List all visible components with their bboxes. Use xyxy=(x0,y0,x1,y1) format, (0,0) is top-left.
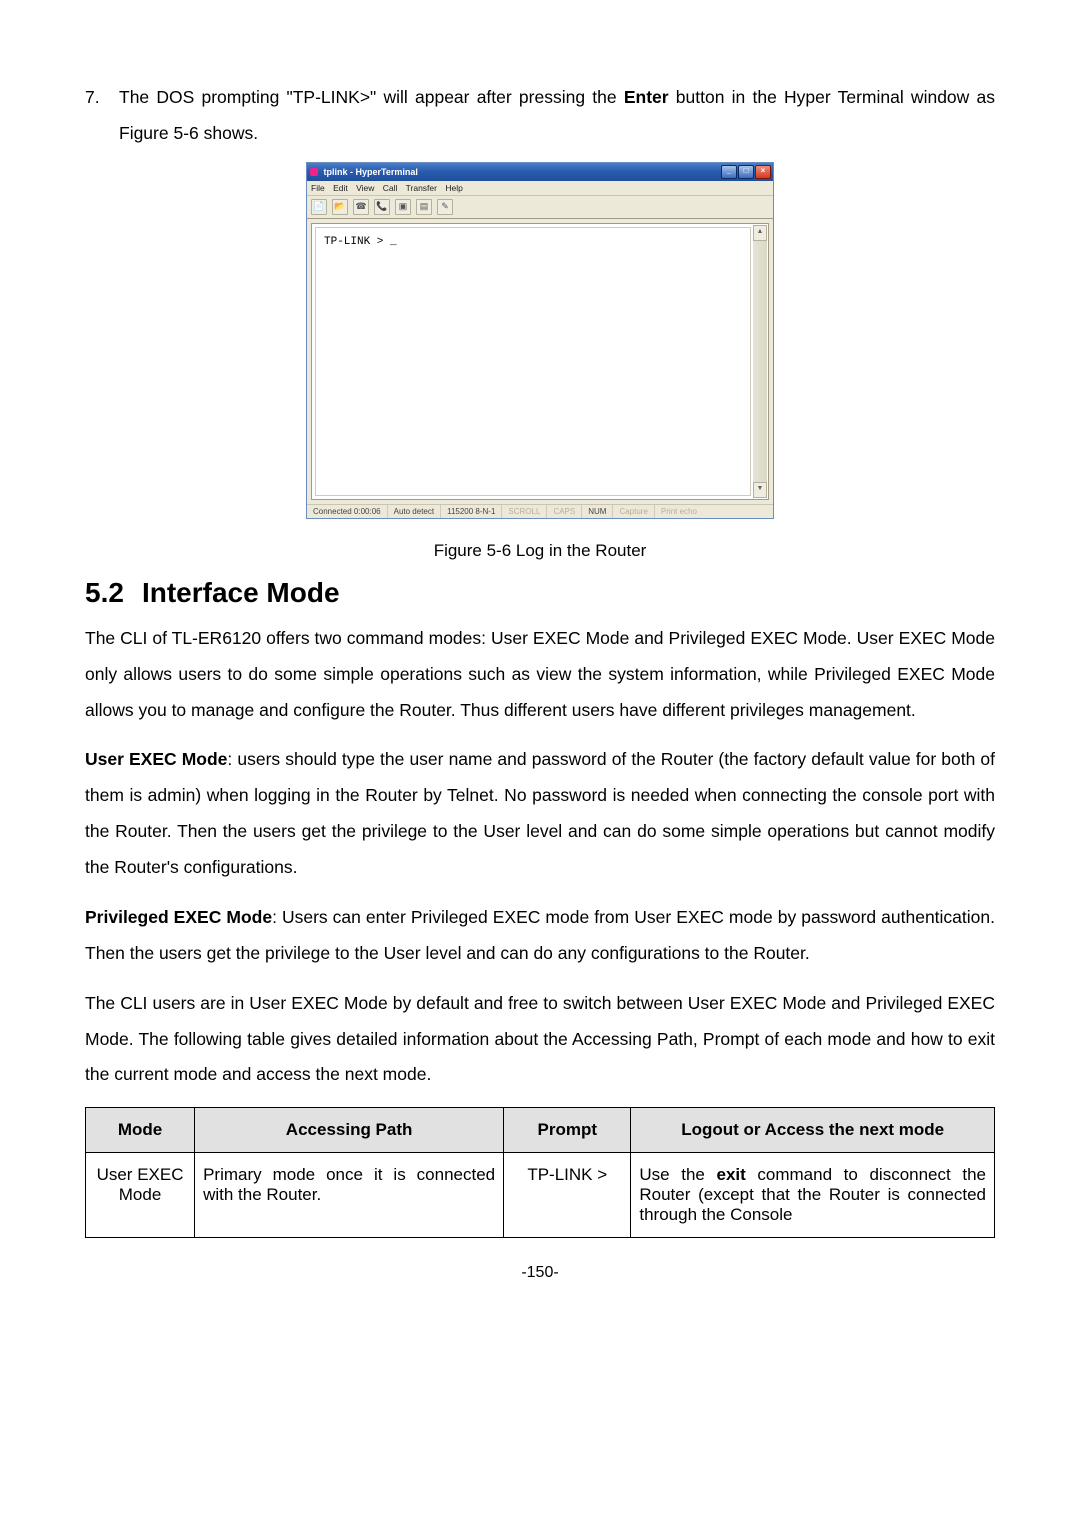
enter-keyword: Enter xyxy=(624,87,669,107)
menu-call[interactable]: Call xyxy=(383,183,398,193)
send-icon[interactable]: ▤ xyxy=(416,199,432,215)
figure-caption: Figure 5-6 Log in the Router xyxy=(85,541,995,561)
status-capture: Capture xyxy=(613,505,654,518)
ht-terminal-content[interactable]: TP-LINK > _ xyxy=(315,227,751,496)
maximize-button[interactable]: □ xyxy=(738,165,754,179)
status-num: NUM xyxy=(582,505,613,518)
window-buttons: _ □ × xyxy=(721,165,771,179)
step-number: 7. xyxy=(85,80,119,152)
menu-edit[interactable]: Edit xyxy=(333,183,348,193)
ht-title: tplink - HyperTerminal xyxy=(310,167,418,177)
menu-view[interactable]: View xyxy=(356,183,374,193)
phone-icon[interactable]: ☎ xyxy=(353,199,369,215)
p3-lead: Privileged EXEC Mode xyxy=(85,907,272,927)
new-icon[interactable]: 📄 xyxy=(311,199,327,215)
status-caps: CAPS xyxy=(547,505,582,518)
step-text-a: The DOS prompting "TP-LINK>" will appear… xyxy=(119,87,624,107)
ht-scrollbar[interactable]: ▲ ▼ xyxy=(753,225,767,498)
th-path: Accessing Path xyxy=(195,1108,504,1153)
paragraph-1: The CLI of TL-ER6120 offers two command … xyxy=(85,621,995,729)
table-header-row: Mode Accessing Path Prompt Logout or Acc… xyxy=(86,1108,995,1153)
open-icon[interactable]: 📂 xyxy=(332,199,348,215)
call-icon[interactable]: 📞 xyxy=(374,199,390,215)
ht-title-text: tplink - HyperTerminal xyxy=(324,167,418,177)
ht-titlebar: tplink - HyperTerminal _ □ × xyxy=(307,163,773,181)
figure-5-6: tplink - HyperTerminal _ □ × File Edit V… xyxy=(85,162,995,561)
ht-terminal: TP-LINK > _ ▲ ▼ xyxy=(311,223,769,500)
minimize-button[interactable]: _ xyxy=(721,165,737,179)
ht-app-icon xyxy=(310,168,318,176)
status-scroll: SCROLL xyxy=(502,505,547,518)
th-logout: Logout or Access the next mode xyxy=(631,1108,995,1153)
menu-transfer[interactable]: Transfer xyxy=(406,183,437,193)
ht-statusbar: Connected 0:00:06 Auto detect 115200 8-N… xyxy=(307,504,773,518)
hyperterminal-window: tplink - HyperTerminal _ □ × File Edit V… xyxy=(306,162,774,519)
table-row: User EXEC Mode Primary mode once it is c… xyxy=(86,1153,995,1238)
props-icon[interactable]: ✎ xyxy=(437,199,453,215)
menu-file[interactable]: File xyxy=(311,183,325,193)
step-7: 7. The DOS prompting "TP-LINK>" will app… xyxy=(85,80,995,152)
paragraph-4: The CLI users are in User EXEC Mode by d… xyxy=(85,986,995,1094)
ht-menubar: File Edit View Call Transfer Help xyxy=(307,181,773,196)
cell-mode: User EXEC Mode xyxy=(86,1153,195,1238)
cell-logout-a: Use the xyxy=(639,1165,716,1184)
section-number: 5.2 xyxy=(85,577,124,608)
paragraph-2: User EXEC Mode: users should type the us… xyxy=(85,742,995,886)
status-connected: Connected 0:00:06 xyxy=(307,505,388,518)
step-text: The DOS prompting "TP-LINK>" will appear… xyxy=(119,80,995,152)
menu-help[interactable]: Help xyxy=(445,183,462,193)
ht-toolbar: 📄 📂 ☎ 📞 ▣ ▤ ✎ xyxy=(307,196,773,219)
ht-term-outer: TP-LINK > _ ▲ ▼ xyxy=(307,219,773,504)
cell-logout: Use the exit command to disconnect the R… xyxy=(631,1153,995,1238)
disc-icon[interactable]: ▣ xyxy=(395,199,411,215)
cell-prompt: TP-LINK > xyxy=(504,1153,631,1238)
section-heading: 5.2 Interface Mode xyxy=(85,577,995,609)
scroll-up-icon[interactable]: ▲ xyxy=(753,225,767,241)
scroll-down-icon[interactable]: ▼ xyxy=(753,482,767,498)
close-button[interactable]: × xyxy=(755,165,771,179)
cell-path: Primary mode once it is connected with t… xyxy=(195,1153,504,1238)
status-detect: Auto detect xyxy=(388,505,441,518)
status-baud: 115200 8-N-1 xyxy=(441,505,502,518)
modes-table: Mode Accessing Path Prompt Logout or Acc… xyxy=(85,1107,995,1238)
page-number: -150- xyxy=(85,1264,995,1282)
paragraph-3: Privileged EXEC Mode: Users can enter Pr… xyxy=(85,900,995,972)
exit-keyword: exit xyxy=(716,1165,745,1184)
status-printecho: Print echo xyxy=(655,505,703,518)
th-mode: Mode xyxy=(86,1108,195,1153)
section-title: Interface Mode xyxy=(142,577,340,608)
th-prompt: Prompt xyxy=(504,1108,631,1153)
terminal-prompt: TP-LINK > _ xyxy=(324,236,397,248)
p2-lead: User EXEC Mode xyxy=(85,749,227,769)
